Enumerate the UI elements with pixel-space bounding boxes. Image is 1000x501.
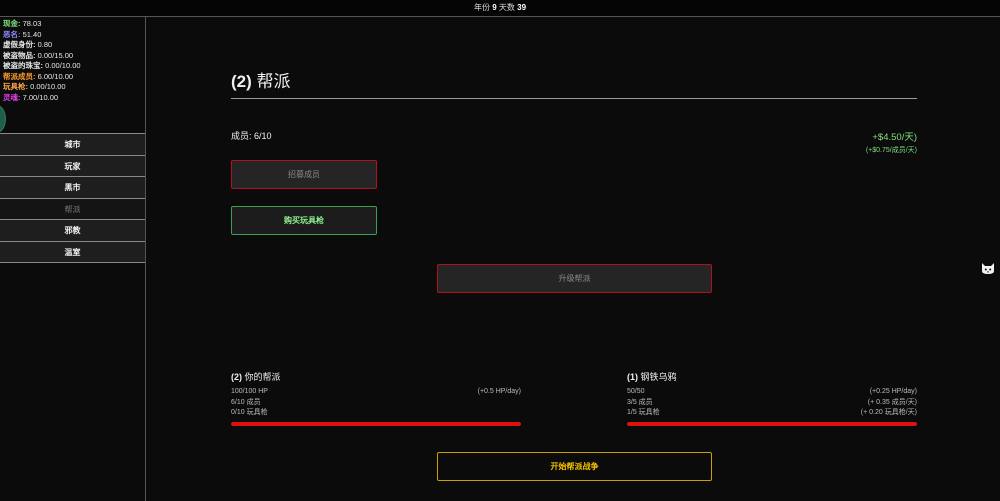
top-bar: 年份 9 天数 39 [0, 0, 1000, 17]
upgrade-gang-button[interactable]: 升级帮派 [437, 264, 712, 293]
cat-face-icon[interactable] [981, 261, 995, 275]
enemy-gang-name: (1) 钢铁乌鸦 [627, 372, 677, 382]
enemy-gang-hp-fill [627, 421, 917, 426]
main-content: (2) 帮派 成员: 6/10 +$4.50/天) (+$0.75/成员/天) … [147, 17, 1000, 501]
stat-toy-guns: 玩具枪: 0.00/10.00 [3, 82, 66, 91]
member-count: 成员: 6/10 [231, 131, 272, 141]
player-gang-hp-bar [231, 421, 521, 426]
recruit-member-button[interactable]: 招募成员 [231, 160, 377, 189]
sidebar: 现金: 78.03 恶名: 51.40 虚假身份: 0.80 被盗物品: 0.0… [0, 17, 146, 501]
sidebar-item-players[interactable]: 玩家 [0, 155, 145, 177]
stat-gang-members: 帮派成员: 6.00/10.00 [3, 71, 74, 81]
income-per-day: +$4.50/天) [872, 132, 917, 143]
stat-souls: 灵魂: 7.00/10.00 [3, 92, 59, 102]
player-gang-name: (2) 你的帮派 [231, 372, 281, 382]
enemy-gang-panel: (1) 钢铁乌鸦 50/50 (+0.25 HP/day) 3/5 成员 (+ … [627, 370, 917, 426]
player-gang-hp-row: 100/100 HP (+0.5 HP/day) [231, 388, 521, 395]
stat-fake-id: 虚假身份: 0.80 [3, 40, 53, 49]
avatar[interactable] [0, 105, 6, 133]
player-gang-hp-fill [231, 421, 521, 426]
day-label: 天数 [498, 3, 515, 12]
enemy-gang-guns-row: 1/5 玩具枪 (+ 0.20 玩具枪/天) [627, 409, 917, 416]
income-summary: +$4.50/天) (+$0.75/成员/天) [866, 129, 917, 155]
enemy-gang-hp-row: 50/50 (+0.25 HP/day) [627, 388, 917, 395]
start-gang-war-button[interactable]: 开始帮派战争 [437, 452, 712, 481]
day-value: 39 [517, 3, 527, 12]
page-title-text: 帮派 [256, 72, 291, 91]
year-value: 9 [492, 3, 497, 12]
enemy-gang-hp-bar [627, 421, 917, 426]
stat-infamy: 恶名: 51.40 [3, 29, 42, 39]
page-title: (2) 帮派 [231, 67, 291, 92]
stat-stolen-jewels: 被盗的珠宝: 0.00/10.00 [3, 61, 81, 70]
income-per-member: (+$0.75/成员/天) [865, 147, 917, 154]
resource-stats: 现金: 78.03 恶名: 51.40 虚假身份: 0.80 被盗物品: 0.0… [3, 19, 81, 103]
player-gang-members-row: 6/10 成员 [231, 398, 261, 406]
page-title-count: (2) [231, 72, 252, 91]
sidebar-item-city[interactable]: 城市 [0, 134, 145, 156]
year-label: 年份 [473, 3, 490, 12]
stat-stolen-goods: 被盗物品: 0.00/15.00 [3, 50, 74, 60]
enemy-gang-members-row: 3/5 成员 (+ 0.35 成员/天) [627, 398, 917, 406]
stat-cash: 现金: 78.03 [3, 19, 42, 28]
player-gang-guns-row: 0/10 玩具枪 [231, 409, 268, 416]
sidebar-item-cult[interactable]: 邪教 [0, 220, 145, 242]
buy-toy-gun-button[interactable]: 购买玩具枪 [231, 206, 377, 235]
sidebar-item-gang[interactable]: 帮派 [0, 198, 145, 220]
player-gang-panel: (2) 你的帮派 100/100 HP (+0.5 HP/day) 6/10 成… [231, 370, 521, 426]
sidebar-nav: 城市 玩家 黑市 帮派 邪教 温室 [0, 133, 145, 263]
sidebar-item-black-market[interactable]: 黑市 [0, 177, 145, 199]
sidebar-item-greenhouse[interactable]: 温室 [0, 241, 145, 263]
title-divider [231, 98, 917, 99]
